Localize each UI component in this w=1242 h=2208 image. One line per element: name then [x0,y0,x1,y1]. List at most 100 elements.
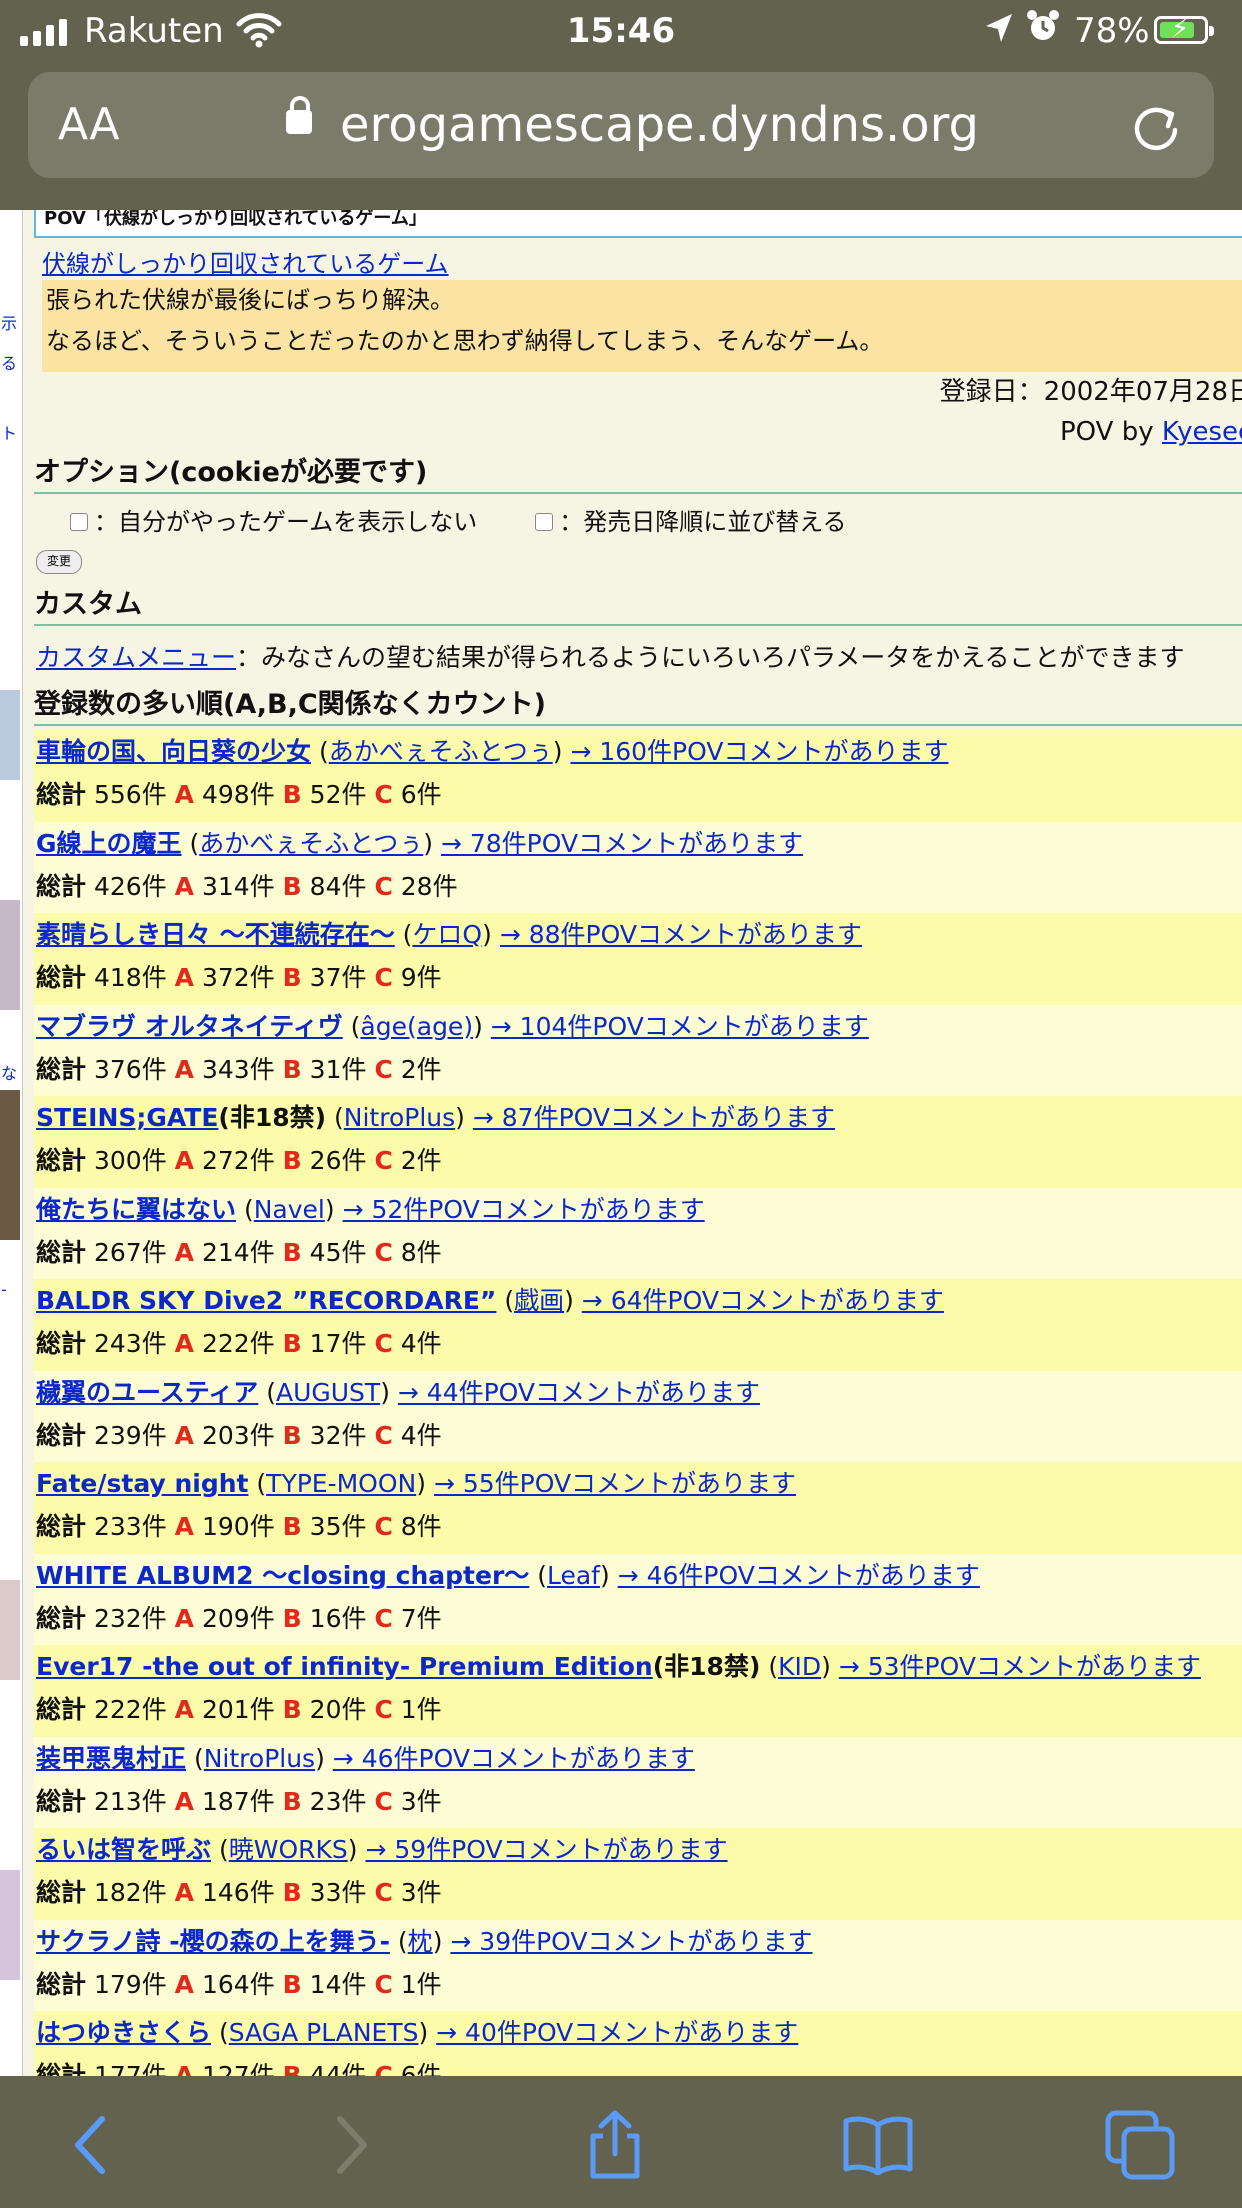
game-title-link[interactable]: Ever17 -the out of infinity- Premium Edi… [36,1652,653,1681]
count-unit: 件 [249,1603,275,1633]
grade-a-label: A [174,1420,195,1450]
pov-author-link[interactable]: Kyesee [1162,417,1242,447]
brand-link[interactable]: あかべぇそふとつぅ [199,829,423,858]
pov-comments-link[interactable]: → 87件POVコメントがあります [473,1103,835,1132]
brand-link[interactable]: 戯画 [514,1286,564,1315]
text-size-button[interactable]: AA [58,72,119,178]
count-unit: 件 [416,1146,442,1175]
hide-played-option[interactable]: ：自分がやったゲームを表示しない [70,502,477,542]
count-unit: 件 [416,1420,442,1450]
brand-link[interactable]: TYPE-MOON [266,1469,416,1498]
game-title-link[interactable]: 俺たちに翼はない [36,1195,236,1224]
forward-icon[interactable] [292,2076,412,2208]
game-title-link[interactable]: 装甲悪鬼村正 [36,1744,186,1773]
hide-played-checkbox[interactable] [70,513,88,531]
grade-a-label: A [174,1512,195,1541]
brand-link[interactable]: ケロQ [412,920,482,949]
brand-link[interactable]: âge(age) [360,1012,473,1041]
pov-comments-link[interactable]: → 59件POVコメントがあります [365,1835,727,1864]
battery-percent: 78% [1074,11,1150,51]
game-title-link[interactable]: G線上の魔王 [36,829,182,858]
sidebar-thumbnail[interactable] [0,900,20,1010]
grade-a-count: 190 [201,1512,250,1541]
game-title-link[interactable]: 素晴らしき日々 ～不連続存在～ [36,920,395,949]
pov-comments-link[interactable]: → 46件POVコメントがあります [333,1744,695,1773]
game-title-link[interactable]: Fate/stay night [36,1469,248,1498]
game-title-link[interactable]: サクラノ詩 -櫻の森の上を舞う- [36,1927,390,1956]
sidebar-link-fragment[interactable]: る [1,350,17,374]
brand-link[interactable]: AUGUST [276,1378,380,1407]
grade-b-label: B [282,1329,302,1358]
game-title-link[interactable]: 車輪の国、向日葵の少女 [36,737,311,766]
grade-b-count: 23 [309,1786,342,1816]
grade-b-count: 45 [309,1237,342,1267]
game-title-link[interactable]: STEINS;GATE [36,1103,218,1132]
total-label: 総計 [36,1878,87,1907]
lock-icon [286,96,312,134]
count-unit: 件 [341,1878,367,1907]
brand-link[interactable]: 枕 [408,1927,433,1956]
grade-a-label: A [174,1695,195,1724]
pov-comments-link[interactable]: → 46件POVコメントがあります [618,1561,980,1590]
entry-counts-line: 総計 239件 A 203件 B 32件 C 4件 [36,1415,1242,1457]
pov-comments-link[interactable]: → 52件POVコメントがあります [343,1195,705,1224]
total-label: 総計 [36,871,87,901]
game-title-link[interactable]: 穢翼のユースティア [36,1378,258,1407]
url-text[interactable]: erogamescape.dyndns.org [340,72,979,178]
total-count: 376 [93,1054,142,1084]
pov-comments-link[interactable]: → 104件POVコメントがあります [491,1012,869,1041]
entry-counts-line: 総計 232件 A 209件 B 16件 C 7件 [36,1598,1242,1640]
address-bar[interactable]: AA erogamescape.dyndns.org [28,72,1214,178]
game-title-link[interactable]: WHITE ALBUM2 ～closing chapter～ [36,1561,529,1590]
grade-a-count: 203 [201,1420,250,1450]
tabs-icon[interactable] [1080,2076,1200,2208]
pov-comments-link[interactable]: → 64件POVコメントがあります [582,1286,944,1315]
brand-link[interactable]: Navel [254,1195,325,1224]
sidebar-thumbnail[interactable] [0,1580,20,1680]
grade-c-count: 3 [400,1878,417,1907]
bookmarks-icon[interactable] [818,2076,938,2208]
sort-date-option[interactable]: ：発売日降順に並び替える [535,502,847,542]
grade-c-label: C [374,871,393,901]
grade-a-count: 201 [201,1695,250,1724]
grade-c-label: C [374,1146,393,1175]
change-button[interactable]: 変更 [36,550,83,574]
sidebar-link-fragment[interactable]: な [1,1060,17,1084]
sidebar-link-fragment[interactable]: 示 [1,310,17,334]
sidebar-link-fragment[interactable]: - [1,1280,7,1299]
custom-menu-link[interactable]: カスタムメニュー [36,643,236,672]
total-label: 総計 [36,1237,87,1267]
brand-link[interactable]: 暁WORKS [229,1835,348,1864]
game-title-link[interactable]: マブラヴ オルタネイティヴ [36,1012,343,1041]
sidebar-thumbnail[interactable] [0,1870,20,1980]
entry-title-line: G線上の魔王 (あかべぇそふとつぅ) → 78件POVコメントがあります [36,828,804,858]
game-title-link[interactable]: はつゆきさくら [36,2018,211,2047]
pov-comments-link[interactable]: → 160件POVコメントがあります [570,737,948,766]
sidebar-thumbnail[interactable] [0,1090,20,1240]
brand-link[interactable]: SAGA PLANETS [229,2018,419,2047]
brand-link[interactable]: あかべぇそふとつぅ [329,737,553,766]
pov-comments-link[interactable]: → 88件POVコメントがあります [500,920,862,949]
back-icon[interactable] [30,2076,150,2208]
share-icon[interactable] [555,2076,675,2208]
pov-comments-link[interactable]: → 44件POVコメントがあります [398,1378,760,1407]
reload-icon[interactable] [1130,72,1182,178]
grade-a-label: A [174,1237,195,1267]
pov-comments-link[interactable]: → 55件POVコメントがあります [434,1469,796,1498]
pov-comments-link[interactable]: → 40件POVコメントがあります [436,2018,798,2047]
count-unit: 件 [341,1329,367,1358]
brand-link[interactable]: Leaf [547,1561,600,1590]
pov-title-link[interactable]: 伏線がしっかり回収されているゲーム [42,244,449,279]
sidebar-thumbnail[interactable] [0,690,20,780]
grade-a-count: 498 [201,780,250,809]
pov-comments-link[interactable]: → 78件POVコメントがあります [441,829,803,858]
brand-link[interactable]: KID [778,1652,821,1681]
pov-comments-link[interactable]: → 39件POVコメントがあります [450,1927,812,1956]
game-title-link[interactable]: BALDR SKY Dive2 ”RECORDARE” [36,1286,496,1315]
sidebar-link-fragment[interactable]: ト [1,420,17,444]
pov-comments-link[interactable]: → 53件POVコメントがあります [839,1652,1201,1681]
sort-date-checkbox[interactable] [535,513,554,531]
brand-link[interactable]: NitroPlus [204,1744,315,1773]
game-title-link[interactable]: るいは智を呼ぶ [36,1835,211,1864]
brand-link[interactable]: NitroPlus [344,1103,455,1132]
